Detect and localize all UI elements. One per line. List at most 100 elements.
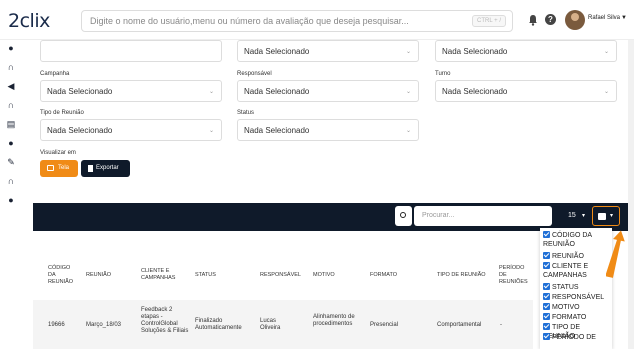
chevron-down-icon: ⌄ [405, 89, 411, 95]
column-option-label: MOTIVO [552, 304, 580, 311]
cell-reuniao: Março_18/03 [86, 322, 122, 328]
view-screen-label: Tela [58, 165, 70, 171]
filter-select-top-3-value: Nada Selecionado [442, 47, 508, 56]
cell-responsavel: Lucas Oliveira [260, 318, 281, 331]
cell-formato: Presencial [370, 322, 399, 328]
th-tipo[interactable]: TIPO DE REUNIÃO [437, 272, 497, 279]
turno-select-value: Nada Selecionado [442, 87, 508, 96]
support-icon[interactable]: ∩ [6, 176, 16, 186]
chevron-down-icon: ▾ [610, 213, 614, 219]
megaphone-icon[interactable]: ◀ [6, 81, 16, 91]
checkbox-checked-icon[interactable] [543, 333, 550, 340]
checkbox-checked-icon[interactable] [543, 303, 550, 310]
monitor-icon [47, 165, 54, 171]
checkbox-checked-icon[interactable] [543, 231, 550, 238]
turno-label: Turno [435, 71, 451, 77]
th-formato[interactable]: FORMATO [370, 272, 420, 279]
column-option-label: FORMATO [552, 314, 587, 321]
cell-motivo: Alinhamento de procedimentos [313, 314, 355, 327]
responsavel-select-value: Nada Selecionado [244, 87, 310, 96]
user-avatar[interactable] [565, 10, 585, 30]
tipo-reuniao-select-value: Nada Selecionado [47, 126, 113, 135]
column-option-status[interactable]: STATUS [543, 283, 611, 292]
bell-icon[interactable] [527, 14, 539, 26]
message-icon[interactable]: ● [6, 138, 16, 148]
export-label: Exportar [96, 165, 119, 171]
search-icon [400, 212, 406, 218]
th-periodo[interactable]: PERÍODO DE REUNIÕES [499, 265, 529, 286]
checkbox-checked-icon[interactable] [543, 252, 550, 259]
chevron-down-icon: ⌄ [405, 128, 411, 134]
th-reuniao[interactable]: REUNIÃO [86, 272, 126, 279]
column-option-reuniao[interactable]: REUNIÃO [543, 252, 611, 261]
annotation-arrow-icon [606, 230, 625, 278]
page-edge [628, 40, 634, 349]
app-logo[interactable]: 2clix [8, 10, 50, 32]
file-icon [88, 165, 93, 172]
column-option-label: REUNIÃO [552, 253, 584, 260]
checkbox-checked-icon[interactable] [543, 313, 550, 320]
column-option-cliente[interactable]: CLIENTE E CAMPANHAS [543, 262, 611, 280]
global-search-placeholder: Digite o nome do usuário,menu ou número … [90, 16, 409, 26]
chevron-down-icon: ⌄ [405, 49, 411, 55]
th-status[interactable]: STATUS [195, 272, 235, 279]
filter-select-top-2[interactable]: Nada Selecionado ⌄ [237, 40, 419, 62]
th-responsavel[interactable]: RESPONSÁVEL [260, 272, 310, 279]
th-cliente[interactable]: CLIENTE E CAMPANHAS [141, 268, 181, 282]
table-search-button[interactable] [395, 206, 412, 226]
columns-icon [598, 213, 606, 220]
chat-icon[interactable]: ● [6, 43, 16, 53]
column-option-label: RESPONSÁVEL [552, 294, 605, 301]
table-search-input[interactable]: Procurar... [414, 206, 552, 226]
cell-status: Finalizado Automaticamente [195, 318, 242, 331]
filter-select-top-1[interactable] [40, 40, 222, 62]
filter-select-top-2-value: Nada Selecionado [244, 47, 310, 56]
column-option-periodo[interactable]: PERÍODO DE [543, 333, 611, 342]
responsavel-select[interactable]: Nada Selecionado ⌄ [237, 80, 419, 102]
campanha-label: Campanha [40, 71, 70, 77]
column-option-responsavel[interactable]: RESPONSÁVEL [543, 293, 611, 302]
export-button[interactable]: Exportar [81, 160, 130, 177]
checkbox-checked-icon[interactable] [543, 283, 550, 290]
campanha-select-value: Nada Selecionado [47, 87, 113, 96]
column-option-label: STATUS [552, 284, 579, 291]
campanha-select[interactable]: Nada Selecionado ⌄ [40, 80, 222, 102]
column-visibility-menu: CÓDIGO DA REUNIÃO REUNIÃO CLIENTE E CAMP… [540, 228, 612, 349]
status-select[interactable]: Nada Selecionado ⌄ [237, 119, 419, 141]
document-icon[interactable]: ▤ [6, 119, 16, 129]
tipo-reuniao-select[interactable]: Nada Selecionado ⌄ [40, 119, 222, 141]
top-bar: 2clix Digite o nome do usuário,menu ou n… [0, 0, 634, 40]
view-screen-button[interactable]: Tela [40, 160, 78, 177]
left-sidebar: ● ∩ ◀ ∩ ▤ ● ✎ ∩ ● [0, 40, 22, 349]
chevron-down-icon: ⌄ [208, 89, 214, 95]
cell-tipo: Comportamental [437, 322, 482, 328]
chevron-down-icon: ⌄ [603, 89, 609, 95]
status-label: Status [237, 110, 255, 116]
wrench-icon[interactable]: ✎ [6, 157, 16, 167]
checkbox-checked-icon[interactable] [543, 262, 550, 269]
chevron-down-icon[interactable]: ▼ [621, 15, 627, 21]
checkbox-checked-icon[interactable] [543, 323, 550, 330]
column-option-label: PERÍODO DE [552, 334, 596, 341]
headset-icon[interactable]: ∩ [6, 62, 16, 72]
tipo-reuniao-label: Tipo de Reunião [40, 110, 84, 116]
users-icon[interactable]: ● [6, 195, 16, 205]
column-option-formato[interactable]: FORMATO [543, 313, 611, 322]
chevron-down-icon[interactable]: ▾ [582, 212, 585, 219]
help-icon[interactable]: ? [545, 14, 556, 25]
column-option-codigo[interactable]: CÓDIGO DA REUNIÃO [543, 231, 611, 249]
chevron-down-icon: ⌄ [208, 128, 214, 134]
status-select-value: Nada Selecionado [244, 126, 310, 135]
user-name[interactable]: Rafael Silva [588, 15, 620, 21]
checkbox-checked-icon[interactable] [543, 293, 550, 300]
th-motivo[interactable]: MOTIVO [313, 272, 363, 279]
turno-select[interactable]: Nada Selecionado ⌄ [435, 80, 617, 102]
column-option-motivo[interactable]: MOTIVO [543, 303, 611, 312]
th-codigo[interactable]: CÓDIGO DA REUNIÃO [48, 265, 78, 286]
filter-select-top-3[interactable]: Nada Selecionado ⌄ [435, 40, 617, 62]
cell-codigo: 19666 [48, 322, 65, 328]
column-toggle-button[interactable]: ▾ [592, 206, 620, 226]
page-size-select[interactable]: 15 [568, 212, 576, 219]
headphones-icon[interactable]: ∩ [6, 100, 16, 110]
global-search-input[interactable]: Digite o nome do usuário,menu ou número … [81, 10, 513, 32]
